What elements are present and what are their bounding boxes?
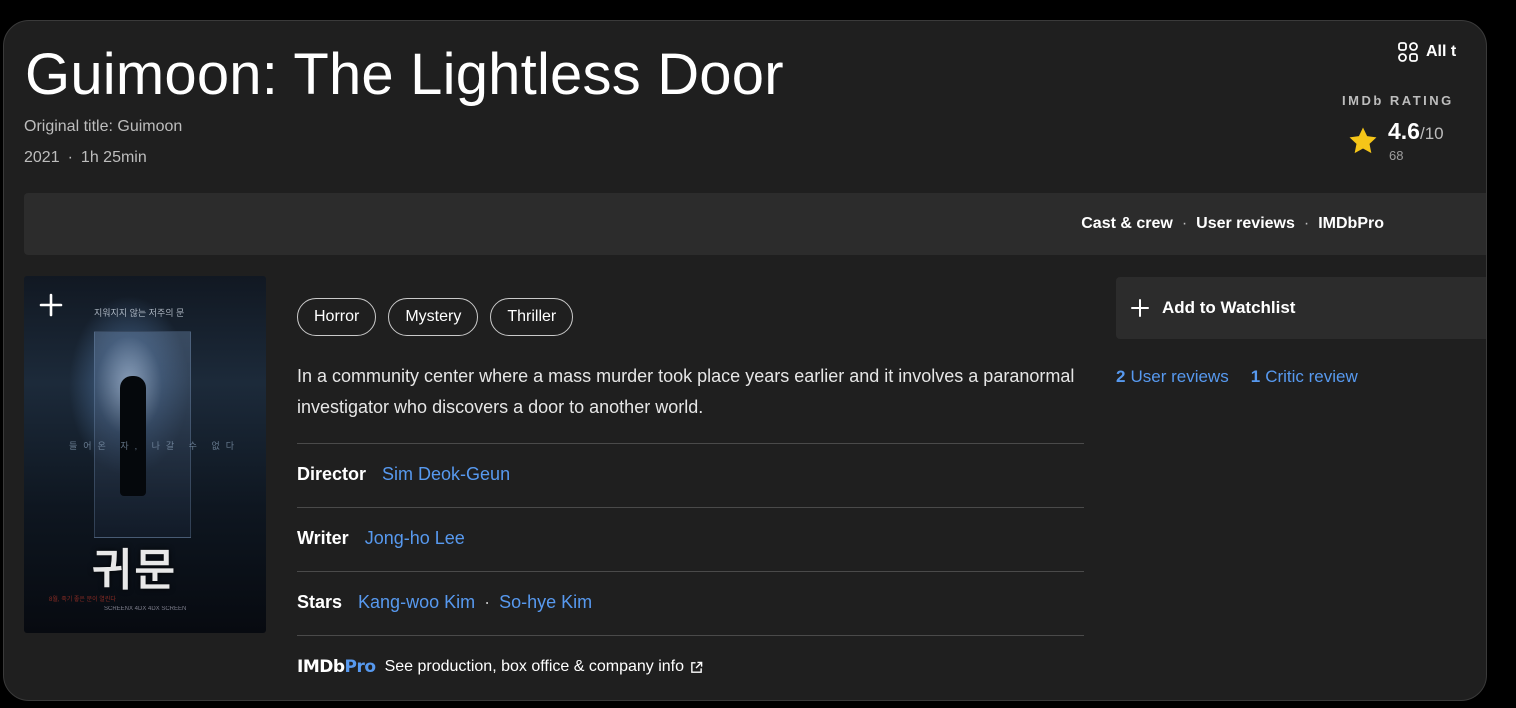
rating-label: IMDb RATING (1342, 93, 1454, 108)
divider (297, 443, 1084, 444)
critic-reviews-link[interactable]: 1 Critic review (1251, 367, 1358, 387)
imdbpro-row[interactable]: IMDbPro See production, box office & com… (297, 657, 703, 677)
genre-chips: Horror Mystery Thriller (297, 298, 574, 336)
nav-user-reviews[interactable]: User reviews (1196, 215, 1295, 233)
rating-value[interactable]: 4.6/10 (1388, 118, 1444, 145)
rating-count: 68 (1389, 148, 1404, 163)
stars-label: Stars (297, 592, 343, 612)
credit-row-stars: Stars Kang-woo Kim · So-hye Kim (297, 592, 593, 613)
page-title: Guimoon: The Lightless Door (25, 42, 784, 107)
subnav-links: Cast & crew · User reviews · IMDbPro (1081, 215, 1384, 233)
nav-imdbpro[interactable]: IMDbPro (1318, 215, 1384, 233)
rating-score: 4.6 (1388, 118, 1420, 144)
subnav-bar: Cast & crew · User reviews · IMDbPro (24, 193, 1486, 255)
genre-chip-mystery[interactable]: Mystery (388, 298, 479, 336)
user-reviews-link[interactable]: 2 User reviews (1116, 367, 1229, 387)
release-meta: 2021 · 1h 25min (24, 149, 147, 166)
release-year[interactable]: 2021 (24, 149, 60, 166)
nav-cast-crew[interactable]: Cast & crew (1081, 215, 1173, 233)
title-card: Guimoon: The Lightless Door Original tit… (3, 20, 1487, 701)
poster-tagline: 지워지지 않는 저주의 문 (94, 308, 185, 318)
watchlist-label: Add to Watchlist (1162, 298, 1296, 317)
add-to-watchlist-button[interactable]: Add to Watchlist (1116, 277, 1486, 339)
imdbpro-link-text: See production, box office & company inf… (384, 658, 685, 675)
grid-icon (1398, 42, 1418, 62)
genre-chip-horror[interactable]: Horror (297, 298, 377, 336)
credit-row-director: Director Sim Deok-Geun (297, 464, 510, 485)
star-link[interactable]: So-hye Kim (499, 592, 592, 613)
poster-figure (120, 376, 146, 496)
all-topics-button[interactable]: All t (1396, 21, 1456, 83)
all-topics-label: All t (1426, 43, 1457, 60)
genre-chip-thriller[interactable]: Thriller (490, 298, 574, 336)
credit-row-writer: Writer Jong-ho Lee (297, 528, 465, 549)
original-title: Original title: Guimoon (24, 118, 183, 135)
poster-midline: 들어온 자, 나갈 수 없다 (69, 441, 241, 451)
runtime: 1h 25min (80, 149, 147, 166)
imdbpro-logo: IMDbPro (297, 657, 376, 677)
external-link-icon (691, 661, 703, 673)
divider (297, 635, 1084, 636)
director-label: Director (297, 464, 367, 484)
divider (297, 507, 1084, 508)
poster-add-watchlist-button[interactable] (24, 276, 80, 338)
star-link[interactable]: Kang-woo Kim (358, 592, 475, 613)
rating-out-of: /10 (1419, 124, 1444, 143)
review-links: 2 User reviews 1 Critic review (1116, 367, 1380, 387)
poster-formats: SCREENX 4DX 4DX SCREEN (104, 606, 187, 612)
writer-label: Writer (297, 528, 349, 548)
writer-link[interactable]: Jong-ho Lee (365, 528, 465, 549)
divider (297, 571, 1084, 572)
plus-icon (39, 293, 63, 317)
director-link[interactable]: Sim Deok-Geun (382, 464, 510, 485)
poster-korean-title: 귀문 (92, 546, 177, 595)
plus-icon (1131, 299, 1149, 317)
star-icon (1349, 127, 1377, 154)
poster-release: 8월, 죽기 좋은 문이 열린다 (49, 597, 116, 603)
plot-summary: In a community center where a mass murde… (297, 366, 1075, 417)
